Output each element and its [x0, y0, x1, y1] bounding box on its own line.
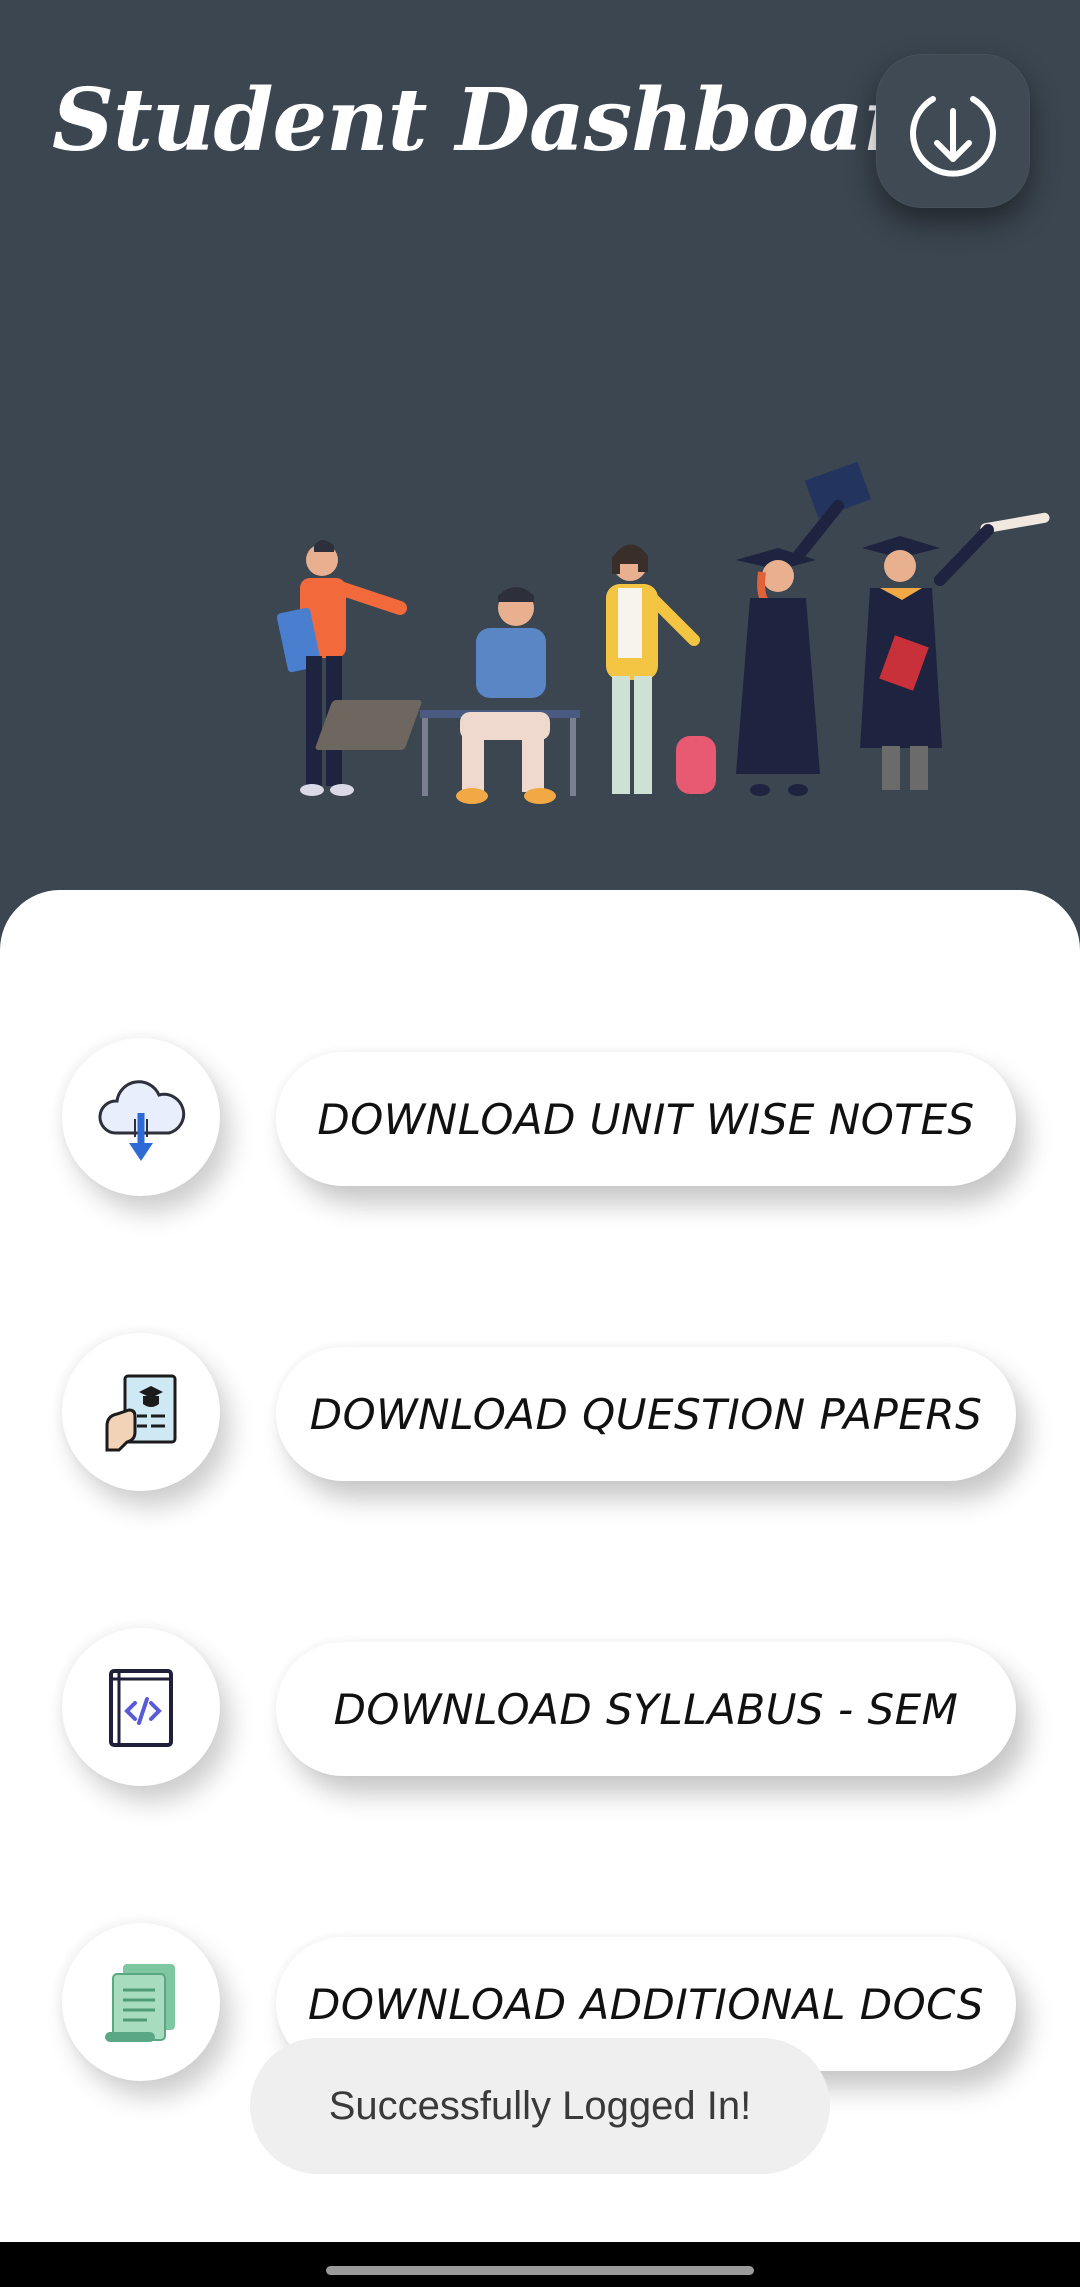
download-circle-icon [910, 96, 996, 177]
syllabus-icon-button[interactable] [62, 1628, 220, 1786]
question-paper-icon [105, 1374, 177, 1452]
menu-row-unit-notes: DOWNLOAD UNIT WISE NOTES [0, 1038, 1080, 1198]
home-indicator[interactable] [326, 2266, 754, 2275]
header-download-button[interactable] [876, 54, 1030, 208]
question-papers-icon-button[interactable] [62, 1333, 220, 1491]
system-nav-bar [0, 2242, 1080, 2287]
students-illustration [276, 461, 1050, 804]
toast-message: Successfully Logged In! [250, 2038, 830, 2174]
download-syllabus-button[interactable]: DOWNLOAD SYLLABUS - SEM [276, 1642, 1016, 1776]
code-book-icon [109, 1669, 173, 1747]
documents-scroll-icon [105, 1964, 175, 2042]
student-figure-4 [736, 461, 872, 796]
download-question-papers-button[interactable]: DOWNLOAD QUESTION PAPERS [276, 1347, 1016, 1481]
header: Student Dashboard [0, 0, 1080, 940]
student-figure-2 [315, 587, 580, 804]
cloud-download-icon [98, 1080, 186, 1161]
student-figure-5 [860, 512, 1050, 790]
menu-row-question-papers: DOWNLOAD QUESTION PAPERS [0, 1333, 1080, 1493]
student-figure-3 [606, 544, 716, 794]
menu-row-syllabus: DOWNLOAD SYLLABUS - SEM [0, 1628, 1080, 1788]
student-figure-1 [276, 540, 407, 796]
page-title: Student Dashboard [52, 70, 967, 171]
download-unit-notes-button[interactable]: DOWNLOAD UNIT WISE NOTES [276, 1052, 1016, 1186]
unit-notes-icon-button[interactable] [62, 1038, 220, 1196]
additional-docs-icon-button[interactable] [62, 1923, 220, 2081]
